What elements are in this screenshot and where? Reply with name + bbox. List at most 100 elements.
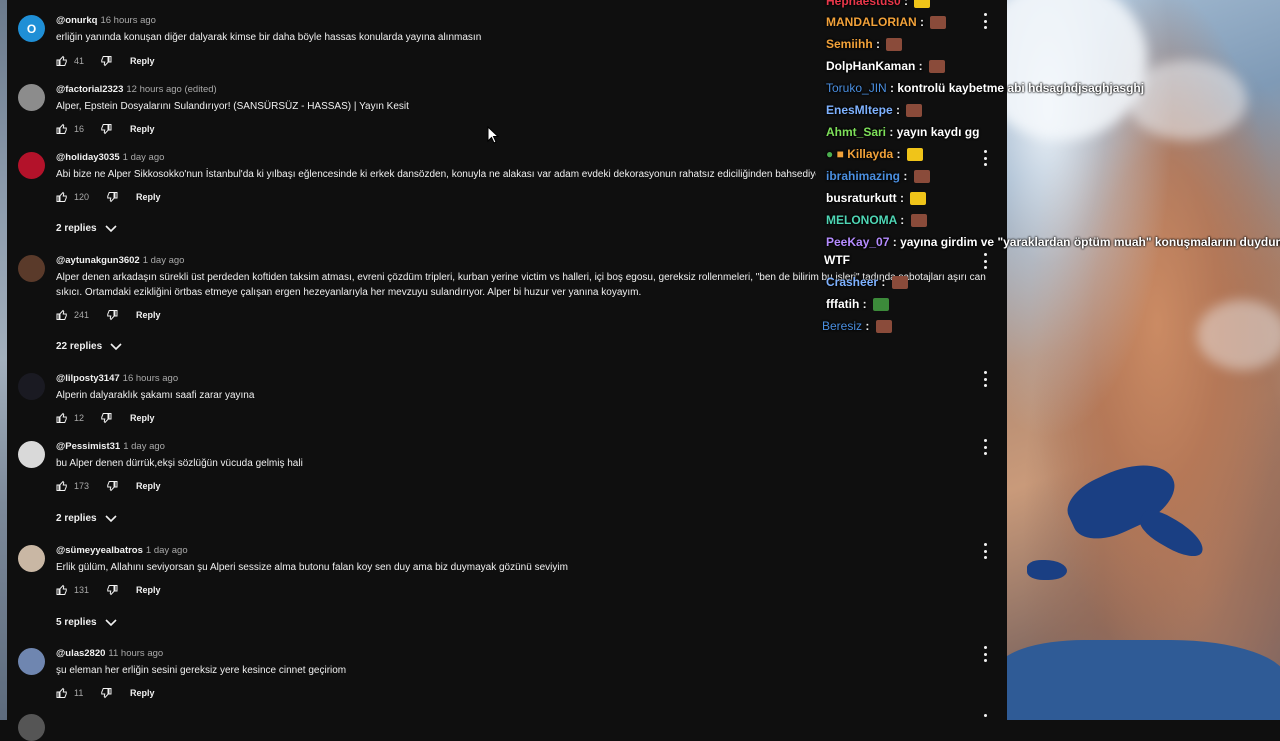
comment-time[interactable]: 1 day ago — [123, 152, 165, 163]
comment-author[interactable]: @Pessimist31 — [56, 441, 120, 452]
comment-author[interactable]: @holiday3035 — [56, 152, 120, 163]
avatar[interactable] — [18, 84, 45, 111]
more-options-icon[interactable] — [980, 543, 990, 559]
dislike-icon[interactable] — [100, 123, 112, 135]
comment-time[interactable]: 1 day ago — [123, 441, 165, 452]
dislike-icon[interactable] — [100, 412, 112, 424]
comment-author[interactable]: @sümeyyealbatros — [56, 545, 143, 556]
avatar[interactable] — [18, 441, 45, 468]
view-replies-button[interactable]: 2 replies — [56, 223, 117, 234]
comment-time[interactable]: 1 day ago — [143, 255, 185, 266]
emote-icon — [930, 16, 947, 30]
reply-button[interactable]: Reply — [136, 310, 161, 320]
comment-actions: 241 Reply — [56, 309, 161, 321]
comment-actions: 11 Reply — [56, 687, 155, 699]
reply-button[interactable]: Reply — [130, 688, 155, 698]
comment-actions: 12 Reply — [56, 412, 155, 424]
like-count: 16 — [74, 124, 85, 134]
comment-author[interactable]: @onurkq — [56, 15, 97, 26]
comment-author[interactable]: @ulas2820 — [56, 648, 105, 659]
like-icon[interactable] — [56, 123, 68, 135]
avatar[interactable] — [18, 648, 45, 675]
reply-button[interactable]: Reply — [136, 585, 161, 595]
view-replies-button[interactable]: 2 replies — [56, 513, 117, 524]
chat-username: Beresiz — [822, 319, 863, 333]
view-replies-button[interactable]: 22 replies — [56, 341, 122, 352]
dislike-icon[interactable] — [106, 480, 118, 492]
chat-username: DolpHanKaman — [826, 59, 916, 73]
reply-button[interactable]: Reply — [130, 124, 155, 134]
chat-message: WTF — [824, 253, 850, 267]
avatar[interactable] — [18, 255, 45, 282]
view-replies-button[interactable]: 5 replies — [56, 617, 117, 628]
like-icon[interactable] — [56, 191, 68, 203]
reply-button[interactable]: Reply — [130, 56, 155, 66]
replies-count-label: 2 replies — [56, 513, 97, 524]
like-count: 11 — [74, 688, 84, 698]
comment-time[interactable]: 1 day ago — [146, 545, 188, 556]
chat-text: kontrolü kaybetme abi hdsaghdjsaghjasghj — [897, 81, 1145, 95]
more-options-icon[interactable] — [980, 646, 990, 662]
dislike-icon[interactable] — [100, 55, 112, 67]
reply-button[interactable]: Reply — [130, 413, 155, 423]
comment-time[interactable]: 12 hours ago (edited) — [126, 84, 216, 95]
avatar[interactable] — [18, 152, 45, 179]
dislike-icon[interactable] — [106, 584, 118, 596]
sea-shape — [1007, 640, 1280, 720]
chat-username: Ahmt_Sari — [826, 125, 887, 139]
like-count: 12 — [74, 413, 85, 423]
comment-time[interactable]: 11 hours ago — [108, 648, 163, 659]
chat-username: MELONOMA — [826, 213, 897, 227]
emote-icon — [873, 298, 889, 312]
chat-text: WTF — [824, 253, 850, 267]
comment-actions: 173 Reply — [56, 480, 161, 492]
chat-message: Crasheer : — [826, 275, 908, 290]
emote-icon — [914, 0, 931, 9]
chat-message: MELONOMA : — [826, 213, 927, 228]
comment-text: Erlik gülüm, Allahını seviyorsan şu Alpe… — [56, 562, 568, 573]
like-icon[interactable] — [56, 480, 68, 492]
avatar[interactable] — [18, 545, 45, 572]
avatar[interactable] — [18, 714, 45, 741]
mouse-cursor-icon — [487, 126, 499, 144]
more-options-icon[interactable] — [980, 439, 990, 455]
comment-actions: 120 Reply — [56, 191, 161, 203]
chat-message: ibrahimazing : — [826, 169, 930, 184]
like-icon[interactable] — [56, 412, 68, 424]
like-icon[interactable] — [56, 584, 68, 596]
like-icon[interactable] — [56, 55, 68, 67]
comment-author[interactable]: @lilposty3147 — [56, 373, 120, 384]
stream-chat-overlay: Hephaestus0 : MANDALORIAN : Semiihh : Do… — [822, 0, 1280, 340]
chat-message: Toruko_JIN : kontrolü kaybetme abi hdsag… — [826, 81, 1145, 95]
comment-time[interactable]: 16 hours ago — [123, 373, 178, 384]
avatar-letter: O — [26, 21, 37, 36]
more-options-icon[interactable] — [980, 714, 990, 720]
avatar[interactable]: O — [18, 15, 45, 42]
chat-message: Beresiz : — [822, 319, 892, 334]
chevron-down-icon — [105, 514, 117, 522]
chat-username: EnesMltepe — [826, 103, 893, 117]
like-icon[interactable] — [56, 687, 68, 699]
comment-actions: 16 Reply — [56, 123, 155, 135]
comment-meta: @ulas2820 11 hours ago — [56, 648, 163, 659]
reply-button[interactable]: Reply — [136, 481, 161, 491]
emote-icon — [886, 38, 903, 52]
chat-username: Hephaestus0 — [826, 0, 901, 8]
replies-count-label: 22 replies — [56, 341, 103, 352]
dislike-icon[interactable] — [106, 309, 118, 321]
more-options-icon[interactable] — [980, 371, 990, 387]
chat-text: yayın kaydı gg — [896, 125, 980, 139]
emote-icon — [913, 170, 930, 184]
reply-button[interactable]: Reply — [136, 192, 161, 202]
avatar[interactable] — [18, 373, 45, 400]
chat-message: DolpHanKaman : — [826, 59, 946, 74]
like-count: 120 — [74, 192, 90, 202]
comment-author[interactable]: @aytunakgun3602 — [56, 255, 140, 266]
like-count: 241 — [74, 310, 90, 320]
chat-username: fffatih — [826, 297, 860, 311]
comment-time[interactable]: 16 hours ago — [100, 15, 155, 26]
comment-author[interactable]: @factorial2323 — [56, 84, 123, 95]
dislike-icon[interactable] — [100, 687, 112, 699]
dislike-icon[interactable] — [106, 191, 118, 203]
like-icon[interactable] — [56, 309, 68, 321]
